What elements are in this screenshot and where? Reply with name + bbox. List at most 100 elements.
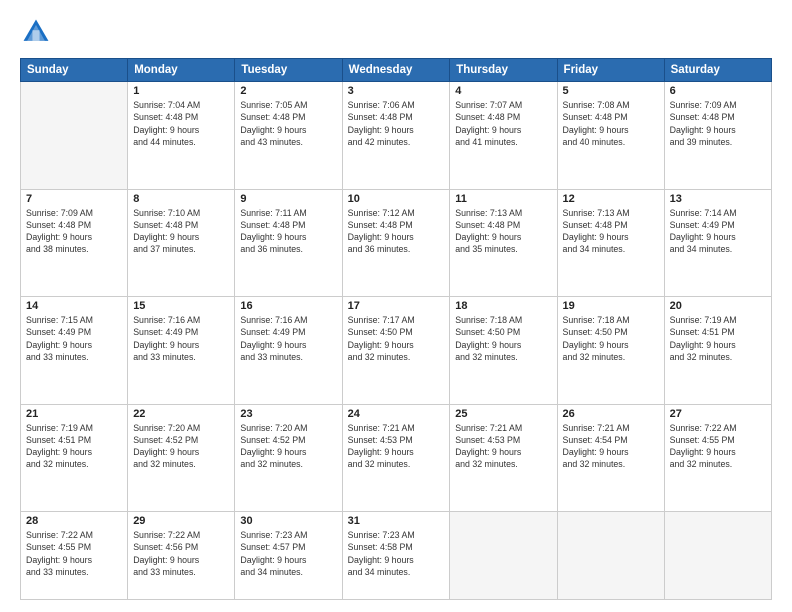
- calendar-cell: [557, 512, 664, 600]
- day-info: Sunrise: 7:16 AM Sunset: 4:49 PM Dayligh…: [133, 314, 229, 363]
- calendar-cell: 23 Sunrise: 7:20 AM Sunset: 4:52 PM Dayli…: [235, 404, 342, 512]
- day-info: Sunrise: 7:10 AM Sunset: 4:48 PM Dayligh…: [133, 207, 229, 256]
- calendar-cell: 2Sunrise: 7:05 AM Sunset: 4:48 PM Daylig…: [235, 82, 342, 190]
- day-info: Sunrise: 7:14 AM Sunset: 4:49 PM Dayligh…: [670, 207, 766, 256]
- calendar-cell: 1 Sunrise: 7:04 AM Sunset: 4:48 PM Daylig…: [128, 82, 235, 190]
- day-info: Sunrise: 7:22 AM Sunset: 4:55 PM Dayligh…: [26, 529, 122, 578]
- calendar-week-row: 14 Sunrise: 7:15 AM Sunset: 4:49 PM Dayli…: [21, 297, 772, 405]
- calendar-header-thursday: Thursday: [450, 59, 557, 82]
- day-info: Sunrise: 7:08 AM Sunset: 4:48 PM Dayligh…: [563, 99, 659, 148]
- calendar-cell: 26 Sunrise: 7:21 AM Sunset: 4:54 PM Dayli…: [557, 404, 664, 512]
- day-number: 18: [455, 300, 551, 312]
- day-info: Sunrise: 7:09 AM Sunset: 4:48 PM Dayligh…: [670, 99, 766, 148]
- day-info: Sunrise: 7:18 AM Sunset: 4:50 PM Dayligh…: [563, 314, 659, 363]
- day-number: 8: [133, 193, 229, 205]
- calendar-header-tuesday: Tuesday: [235, 59, 342, 82]
- calendar-cell: 11 Sunrise: 7:13 AM Sunset: 4:48 PM Dayli…: [450, 189, 557, 297]
- day-number: 31: [348, 515, 445, 527]
- day-info: Sunrise: 7:19 AM Sunset: 4:51 PM Dayligh…: [670, 314, 766, 363]
- day-number: 21: [26, 408, 122, 420]
- calendar-cell: 7 Sunrise: 7:09 AM Sunset: 4:48 PM Daylig…: [21, 189, 128, 297]
- calendar-cell: 22 Sunrise: 7:20 AM Sunset: 4:52 PM Dayli…: [128, 404, 235, 512]
- calendar-cell: [664, 512, 771, 600]
- day-number: 16: [240, 300, 336, 312]
- calendar-header-wednesday: Wednesday: [342, 59, 450, 82]
- day-number: 10: [348, 193, 445, 205]
- day-info: Sunrise: 7:22 AM Sunset: 4:56 PM Dayligh…: [133, 529, 229, 578]
- day-number: 20: [670, 300, 766, 312]
- day-info: Sunrise: 7:21 AM Sunset: 4:54 PM Dayligh…: [563, 422, 659, 471]
- calendar-cell: 19 Sunrise: 7:18 AM Sunset: 4:50 PM Dayli…: [557, 297, 664, 405]
- day-number: 12: [563, 193, 659, 205]
- calendar-week-row: 28 Sunrise: 7:22 AM Sunset: 4:55 PM Dayli…: [21, 512, 772, 600]
- calendar-header-sunday: Sunday: [21, 59, 128, 82]
- day-info: Sunrise: 7:11 AM Sunset: 4:48 PM Dayligh…: [240, 207, 336, 256]
- day-number: 9: [240, 193, 336, 205]
- calendar-cell: 29 Sunrise: 7:22 AM Sunset: 4:56 PM Dayli…: [128, 512, 235, 600]
- calendar-cell: 5Sunrise: 7:08 AM Sunset: 4:48 PM Daylig…: [557, 82, 664, 190]
- calendar-cell: 21 Sunrise: 7:19 AM Sunset: 4:51 PM Dayli…: [21, 404, 128, 512]
- day-number: 7: [26, 193, 122, 205]
- day-number: 29: [133, 515, 229, 527]
- day-number: 3: [348, 85, 445, 97]
- day-info: Sunrise: 7:18 AM Sunset: 4:50 PM Dayligh…: [455, 314, 551, 363]
- day-info: Sunrise: 7:23 AM Sunset: 4:57 PM Dayligh…: [240, 529, 336, 578]
- day-info: Sunrise: 7:04 AM Sunset: 4:48 PM Dayligh…: [133, 99, 229, 148]
- day-number: 6: [670, 85, 766, 97]
- calendar-cell: 31 Sunrise: 7:23 AM Sunset: 4:58 PM Dayli…: [342, 512, 450, 600]
- day-info: Sunrise: 7:19 AM Sunset: 4:51 PM Dayligh…: [26, 422, 122, 471]
- day-number: 1: [133, 85, 229, 97]
- logo: [20, 16, 56, 48]
- calendar-header-monday: Monday: [128, 59, 235, 82]
- day-info: Sunrise: 7:20 AM Sunset: 4:52 PM Dayligh…: [240, 422, 336, 471]
- calendar-cell: 9 Sunrise: 7:11 AM Sunset: 4:48 PM Daylig…: [235, 189, 342, 297]
- calendar-header-saturday: Saturday: [664, 59, 771, 82]
- calendar-cell: 17Sunrise: 7:17 AM Sunset: 4:50 PM Dayli…: [342, 297, 450, 405]
- day-number: 26: [563, 408, 659, 420]
- calendar-cell: 10 Sunrise: 7:12 AM Sunset: 4:48 PM Dayli…: [342, 189, 450, 297]
- calendar-week-row: 1 Sunrise: 7:04 AM Sunset: 4:48 PM Daylig…: [21, 82, 772, 190]
- day-info: Sunrise: 7:20 AM Sunset: 4:52 PM Dayligh…: [133, 422, 229, 471]
- day-info: Sunrise: 7:12 AM Sunset: 4:48 PM Dayligh…: [348, 207, 445, 256]
- day-number: 30: [240, 515, 336, 527]
- day-info: Sunrise: 7:22 AM Sunset: 4:55 PM Dayligh…: [670, 422, 766, 471]
- day-number: 11: [455, 193, 551, 205]
- calendar-header-friday: Friday: [557, 59, 664, 82]
- day-number: 23: [240, 408, 336, 420]
- header: [20, 16, 772, 48]
- day-number: 13: [670, 193, 766, 205]
- calendar-cell: 25Sunrise: 7:21 AM Sunset: 4:53 PM Dayli…: [450, 404, 557, 512]
- calendar-cell: 24Sunrise: 7:21 AM Sunset: 4:53 PM Dayli…: [342, 404, 450, 512]
- calendar-cell: 14 Sunrise: 7:15 AM Sunset: 4:49 PM Dayli…: [21, 297, 128, 405]
- day-number: 19: [563, 300, 659, 312]
- calendar-cell: 18 Sunrise: 7:18 AM Sunset: 4:50 PM Dayli…: [450, 297, 557, 405]
- day-info: Sunrise: 7:15 AM Sunset: 4:49 PM Dayligh…: [26, 314, 122, 363]
- day-number: 22: [133, 408, 229, 420]
- day-info: Sunrise: 7:06 AM Sunset: 4:48 PM Dayligh…: [348, 99, 445, 148]
- day-number: 14: [26, 300, 122, 312]
- day-info: Sunrise: 7:13 AM Sunset: 4:48 PM Dayligh…: [455, 207, 551, 256]
- calendar-table: SundayMondayTuesdayWednesdayThursdayFrid…: [20, 58, 772, 600]
- calendar-cell: 20 Sunrise: 7:19 AM Sunset: 4:51 PM Dayli…: [664, 297, 771, 405]
- calendar-header-row: SundayMondayTuesdayWednesdayThursdayFrid…: [21, 59, 772, 82]
- day-number: 17: [348, 300, 445, 312]
- day-info: Sunrise: 7:16 AM Sunset: 4:49 PM Dayligh…: [240, 314, 336, 363]
- day-info: Sunrise: 7:07 AM Sunset: 4:48 PM Dayligh…: [455, 99, 551, 148]
- calendar-cell: 15Sunrise: 7:16 AM Sunset: 4:49 PM Dayli…: [128, 297, 235, 405]
- calendar-week-row: 21 Sunrise: 7:19 AM Sunset: 4:51 PM Dayli…: [21, 404, 772, 512]
- day-info: Sunrise: 7:09 AM Sunset: 4:48 PM Dayligh…: [26, 207, 122, 256]
- calendar-cell: 30 Sunrise: 7:23 AM Sunset: 4:57 PM Dayli…: [235, 512, 342, 600]
- day-number: 4: [455, 85, 551, 97]
- calendar-cell: 28 Sunrise: 7:22 AM Sunset: 4:55 PM Dayli…: [21, 512, 128, 600]
- calendar-cell: 16 Sunrise: 7:16 AM Sunset: 4:49 PM Dayli…: [235, 297, 342, 405]
- day-info: Sunrise: 7:05 AM Sunset: 4:48 PM Dayligh…: [240, 99, 336, 148]
- day-info: Sunrise: 7:23 AM Sunset: 4:58 PM Dayligh…: [348, 529, 445, 578]
- calendar-cell: 8 Sunrise: 7:10 AM Sunset: 4:48 PM Daylig…: [128, 189, 235, 297]
- calendar-cell: [21, 82, 128, 190]
- calendar-cell: 3 Sunrise: 7:06 AM Sunset: 4:48 PM Daylig…: [342, 82, 450, 190]
- calendar-cell: 13 Sunrise: 7:14 AM Sunset: 4:49 PM Dayli…: [664, 189, 771, 297]
- page: SundayMondayTuesdayWednesdayThursdayFrid…: [0, 0, 792, 612]
- day-number: 28: [26, 515, 122, 527]
- logo-icon: [20, 16, 52, 48]
- calendar-cell: 12Sunrise: 7:13 AM Sunset: 4:48 PM Dayli…: [557, 189, 664, 297]
